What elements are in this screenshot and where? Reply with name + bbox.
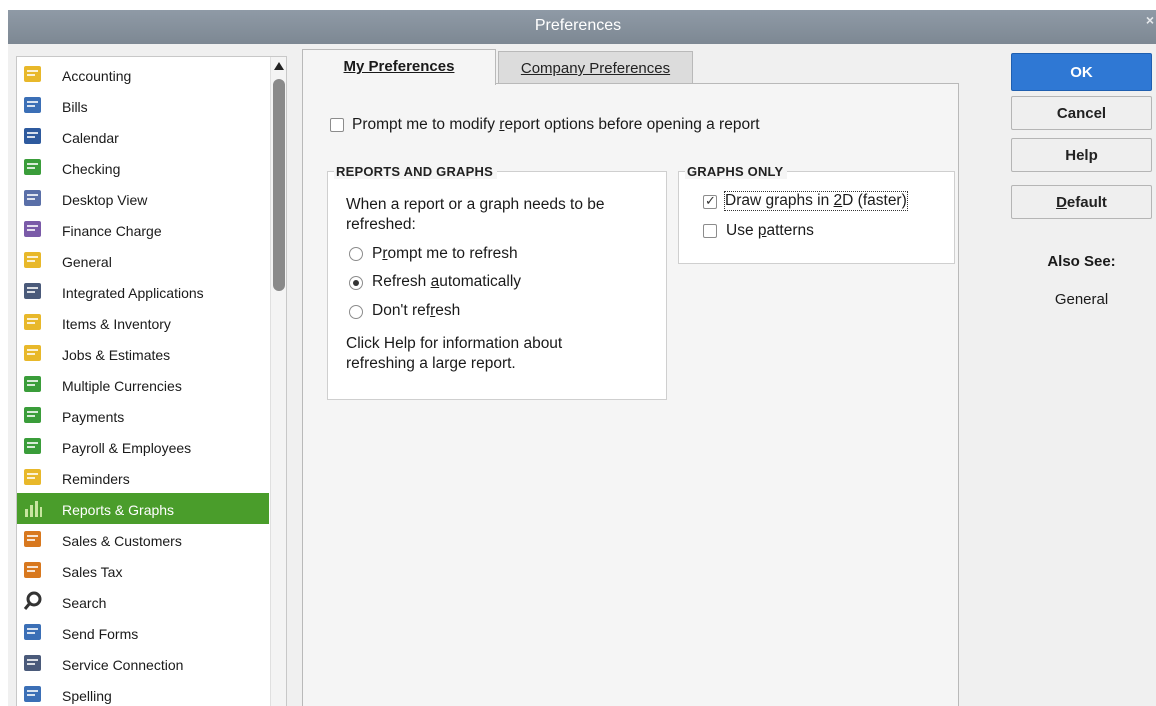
also-see-heading: Also See:	[1047, 253, 1116, 270]
sidebar-item[interactable]: Finance Charge	[17, 214, 269, 245]
sidebar-item[interactable]: Jobs & Estimates	[17, 338, 269, 369]
draw-graphs-2d-label[interactable]: Draw graphs in 2D (faster)	[724, 191, 908, 211]
sidebar-item-label: Reminders	[62, 471, 130, 487]
sidebar-item[interactable]: Items & Inventory	[17, 307, 269, 338]
window-title: Preferences	[534, 17, 622, 34]
prompt-refresh-label[interactable]: Prompt me to refresh	[372, 245, 518, 263]
general-icon	[22, 249, 44, 271]
sidebar-item[interactable]: General	[17, 245, 269, 276]
sidebar-item[interactable]: Search	[17, 586, 269, 617]
draw-graphs-2d-checkbox[interactable]	[703, 193, 717, 209]
also-see-general-link[interactable]: General	[1011, 291, 1152, 308]
sidebar-item-label: Payroll & Employees	[62, 440, 192, 456]
use-patterns-label[interactable]: Use patterns	[726, 222, 814, 240]
send-forms-icon	[22, 621, 44, 643]
help-button[interactable]: Help	[1011, 138, 1152, 172]
sidebar-item-label: Finance Charge	[62, 223, 162, 239]
scroll-thumb[interactable]	[273, 79, 285, 291]
close-icon[interactable]: ×	[1146, 12, 1154, 28]
sidebar-item[interactable]: Desktop View	[17, 183, 269, 214]
sidebar-item-label: General	[62, 254, 112, 270]
sidebar-item[interactable]: Sales & Customers	[17, 524, 269, 555]
sidebar-item[interactable]: Reminders	[17, 462, 269, 493]
sidebar-item[interactable]: Send Forms	[17, 617, 269, 648]
ok-button[interactable]: OK	[1011, 53, 1152, 91]
sidebar-item[interactable]: Multiple Currencies	[17, 369, 269, 400]
tab-my-preferences[interactable]: My Preferences	[302, 49, 496, 85]
sidebar-item-label: Jobs & Estimates	[62, 347, 171, 363]
tab-company-preferences-label: Company Preferences	[520, 60, 671, 77]
sidebar-item[interactable]: Integrated Applications	[17, 276, 269, 307]
dont-refresh-label[interactable]: Don't refresh	[372, 302, 460, 320]
sidebar-item-label: Reports & Graphs	[62, 502, 175, 518]
help-info-line1: Click Help for information about	[346, 335, 563, 352]
sidebar-item-label: Sales & Customers	[62, 533, 182, 549]
sidebar-item-label: Service Connection	[62, 657, 184, 673]
multiple-currencies-icon	[22, 373, 44, 395]
jobs-estimates-icon	[22, 342, 44, 364]
sidebar-item[interactable]: Bills	[17, 90, 269, 121]
accounting-icon	[22, 63, 44, 85]
default-button[interactable]: Default	[1011, 185, 1152, 219]
graphs-only-title: GRAPHS ONLY	[685, 164, 788, 179]
service-connection-icon	[22, 652, 44, 674]
sidebar-item[interactable]: Calendar	[17, 121, 269, 152]
desktop-view-icon	[22, 187, 44, 209]
integrated-applications-icon	[22, 280, 44, 302]
refresh-automatically-label[interactable]: Refresh automatically	[372, 273, 521, 291]
prompt-refresh-radio[interactable]	[349, 247, 363, 261]
sidebar-item-label: Items & Inventory	[62, 316, 171, 332]
prompt-modify-checkbox[interactable]	[330, 118, 344, 132]
bills-icon	[22, 94, 44, 116]
payments-icon	[22, 404, 44, 426]
cancel-button[interactable]: Cancel	[1011, 96, 1152, 130]
spelling-icon	[22, 683, 44, 705]
sidebar-item[interactable]: Reports & Graphs	[17, 493, 269, 524]
tab-my-preferences-label: My Preferences	[343, 58, 455, 75]
sidebar-item-label: Accounting	[62, 68, 132, 84]
refresh-description-line1: When a report or a graph needs to be	[346, 196, 605, 213]
tab-company-preferences[interactable]: Company Preferences	[498, 51, 693, 85]
sales-customers-icon	[22, 528, 44, 550]
sidebar-item[interactable]: Payments	[17, 400, 269, 431]
calendar-icon	[22, 125, 44, 147]
use-patterns-checkbox[interactable]	[703, 224, 717, 238]
sidebar-item-label: Sales Tax	[62, 564, 123, 580]
sidebar-item[interactable]: Accounting	[17, 59, 269, 90]
refresh-automatically-radio[interactable]	[349, 276, 363, 290]
dont-refresh-radio[interactable]	[349, 305, 363, 319]
sales-tax-icon	[22, 559, 44, 581]
preferences-category-list[interactable]: Accounting Bills Calendar Checking Desktop V…	[16, 56, 287, 706]
graphs-only-group: GRAPHS ONLY	[678, 164, 955, 264]
sidebar-item[interactable]: Sales Tax	[17, 555, 269, 586]
sidebar-item-label: Checking	[62, 161, 121, 177]
search-icon	[22, 590, 44, 612]
help-info-line2: refreshing a large report.	[346, 355, 516, 372]
reports-graphs-icon	[22, 497, 44, 519]
sidebar-item-label: Integrated Applications	[62, 285, 204, 301]
sidebar-item-label: Payments	[62, 409, 125, 425]
scroll-up-arrow-icon[interactable]	[271, 57, 286, 75]
finance-charge-icon	[22, 218, 44, 240]
sidebar-item-label: Bills	[62, 99, 88, 115]
sidebar-item[interactable]: Service Connection	[17, 648, 269, 679]
sidebar-item-label: Calendar	[62, 130, 119, 146]
sidebar-item[interactable]: Checking	[17, 152, 269, 183]
title-bar: Preferences ×	[0, 0, 1156, 44]
refresh-description-line2: refreshed:	[346, 216, 416, 233]
sidebar-item-label: Multiple Currencies	[62, 378, 182, 394]
sidebar-item-label: Desktop View	[62, 192, 148, 208]
reminders-icon	[22, 466, 44, 488]
sidebar-item[interactable]: Payroll & Employees	[17, 431, 269, 462]
sidebar-item[interactable]: Spelling	[17, 679, 269, 706]
items-inventory-icon	[22, 311, 44, 333]
scrollbar[interactable]	[270, 57, 286, 706]
checking-icon	[22, 156, 44, 178]
sidebar-item-label: Send Forms	[62, 626, 139, 642]
sidebar-item-label: Search	[62, 595, 107, 611]
sidebar-item-label: Spelling	[62, 688, 112, 704]
prompt-modify-label[interactable]: Prompt me to modify report options befor…	[352, 116, 760, 134]
payroll-employees-icon	[22, 435, 44, 457]
reports-and-graphs-title: REPORTS AND GRAPHS	[334, 164, 497, 179]
